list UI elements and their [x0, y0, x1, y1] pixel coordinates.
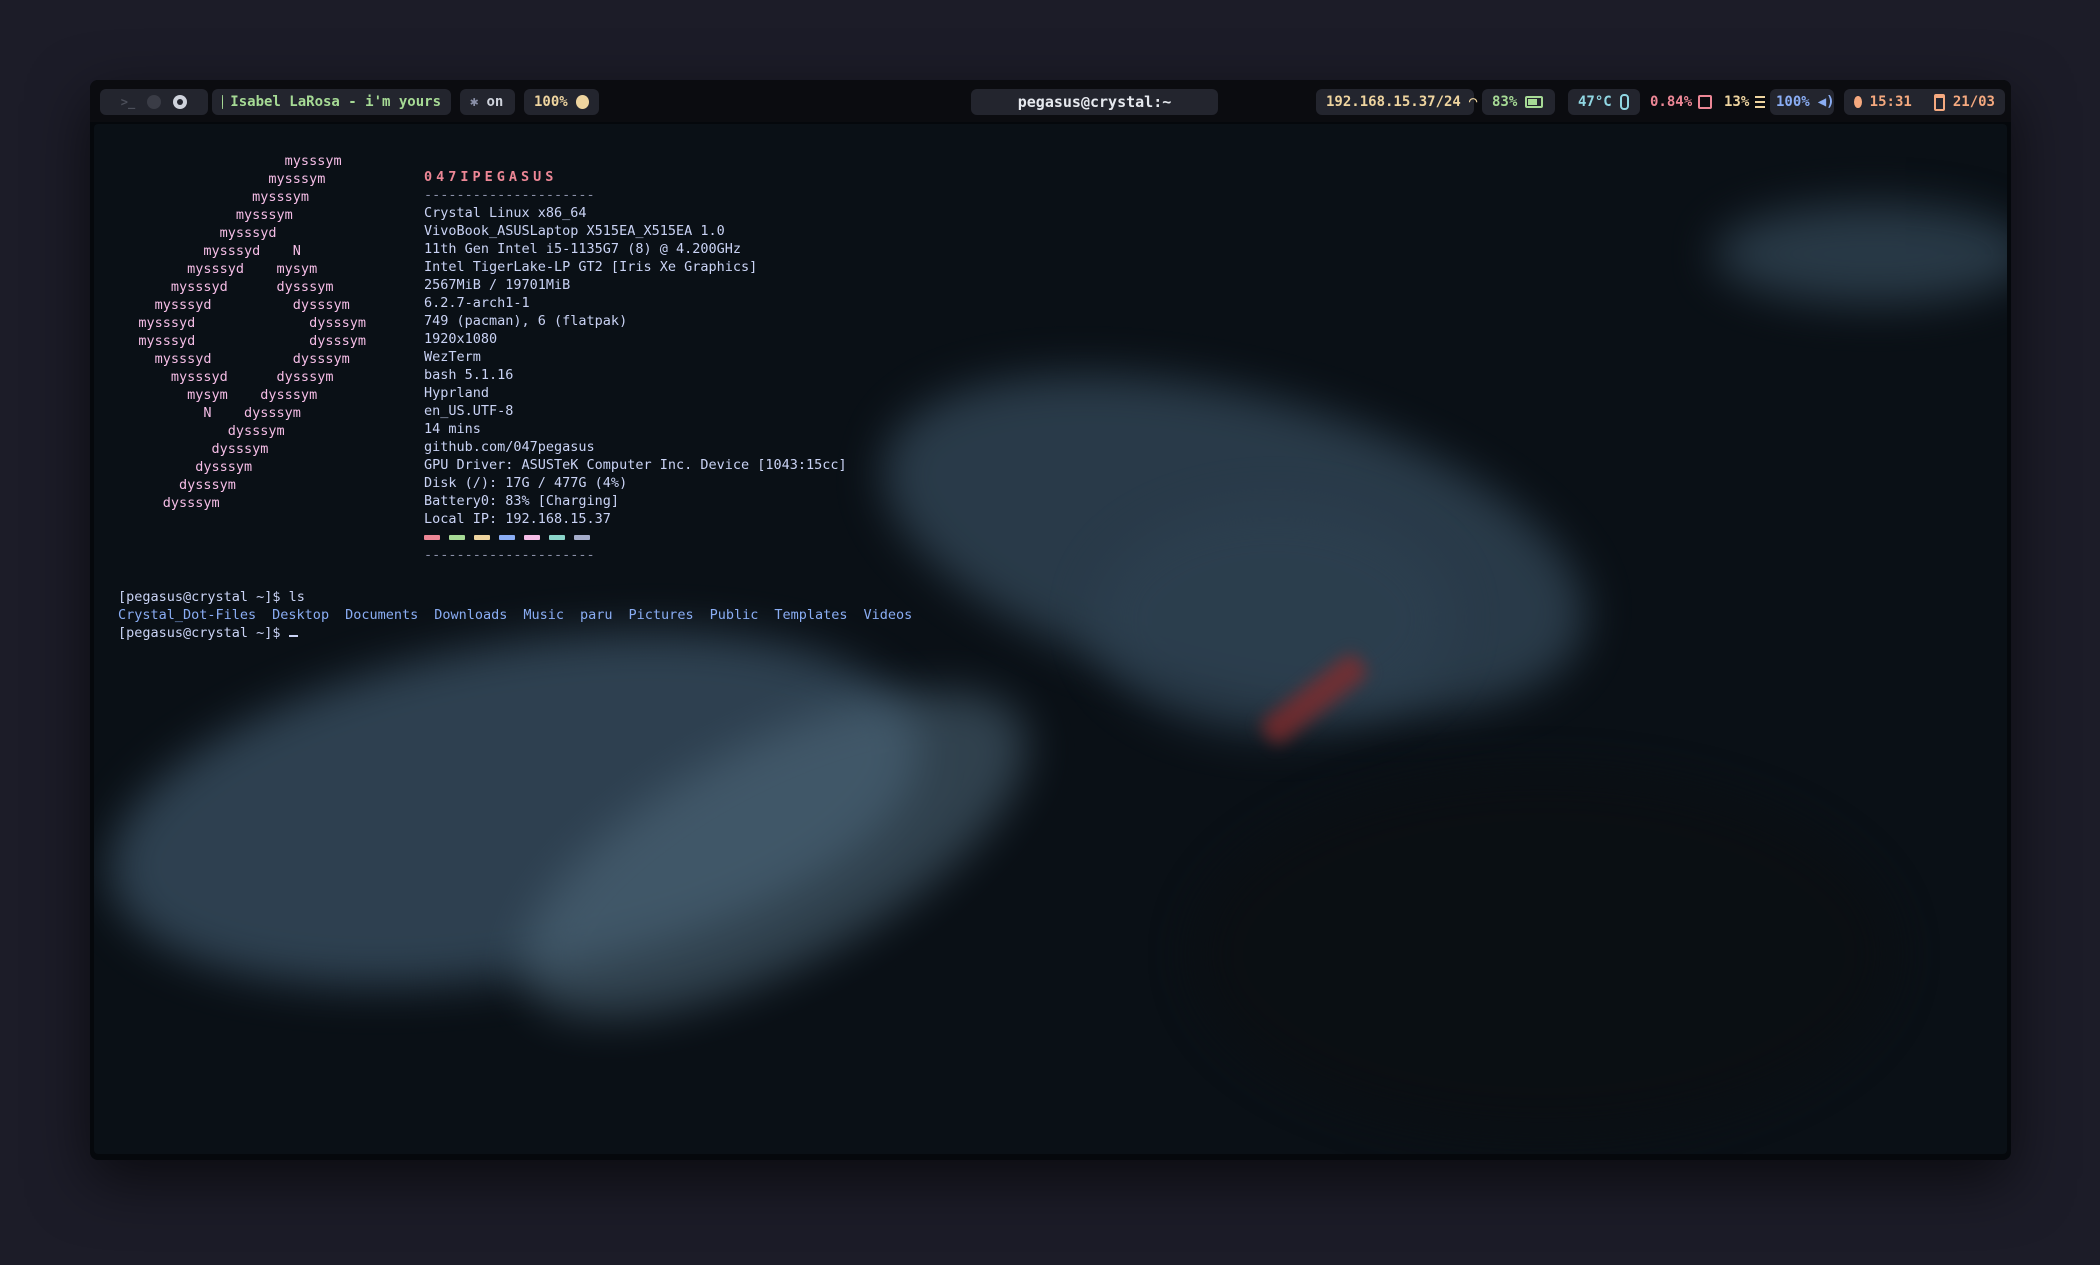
- color-swatch: [524, 534, 540, 540]
- info-uptime: 14 mins: [424, 421, 481, 437]
- info-memory: 2567MiB / 19701MiB: [424, 277, 571, 293]
- info-cpu: 11th Gen Intel i5-1135G7 (8) @ 4.200GHz: [424, 241, 741, 257]
- directory-entry: Pictures: [628, 607, 694, 623]
- color-swatch: [574, 534, 590, 540]
- battery-value: 83%: [1492, 94, 1518, 110]
- clock-widget[interactable]: 15:31 21/03: [1844, 89, 2005, 115]
- directory-entry: paru: [580, 607, 613, 623]
- sun-icon: [575, 95, 589, 109]
- network-widget[interactable]: 192.168.15.37/24 ◠: [1316, 89, 1478, 115]
- color-swatch: [449, 534, 465, 540]
- battery-widget[interactable]: 83%: [1482, 89, 1555, 115]
- thermometer-icon: [1619, 94, 1629, 110]
- color-swatch: [549, 534, 565, 540]
- directory-entry: Desktop: [272, 607, 330, 623]
- text-cursor: [288, 635, 298, 637]
- window-title-text: pegasus@crystal:~: [1017, 93, 1172, 111]
- ls-output: Crystal_Dot-Files Desktop Documents Down…: [118, 606, 912, 624]
- directory-entry: Videos: [863, 607, 913, 623]
- memory-value: 13%: [1724, 94, 1750, 110]
- media-player[interactable]: Isabel LaRosa - i'm yours: [212, 89, 451, 115]
- volume-widget[interactable]: 100% ◀): [1770, 89, 1835, 115]
- bluetooth-status: on: [486, 94, 504, 110]
- info-os: Crystal Linux x86_64: [424, 205, 587, 221]
- workspace-icon[interactable]: [147, 95, 162, 109]
- desktop-screen: >_ Isabel LaRosa - i'm yours ✱ on 100% p…: [90, 80, 2011, 1160]
- memory-icon: [1755, 96, 1766, 108]
- color-swatch: [424, 534, 440, 540]
- network-icon: ◠: [1468, 94, 1478, 110]
- top-bar: >_ Isabel LaRosa - i'm yours ✱ on 100% p…: [90, 80, 2011, 122]
- network-address: 192.168.15.37/24: [1326, 94, 1461, 110]
- system-info: 047IPEGASUS --------------------- Crysta…: [424, 168, 847, 564]
- fetch-separator: ---------------------: [424, 547, 595, 563]
- directory-entry: Music: [523, 607, 565, 623]
- memory-widget[interactable]: 13%: [1724, 89, 1766, 115]
- fetch-separator: ---------------------: [424, 187, 595, 203]
- shell-prompt: [pegasus@crystal ~]$ ls: [118, 589, 305, 605]
- directory-entry: Crystal_Dot-Files: [118, 607, 257, 623]
- temperature-widget[interactable]: 47°C: [1568, 89, 1640, 115]
- volume-value: 100%: [1776, 94, 1810, 110]
- cpu-icon: [1698, 95, 1713, 109]
- clock-time: 15:31: [1869, 94, 1912, 110]
- distro-logo: mysssym mysssym mysssym mysssym mysssyd …: [138, 153, 366, 511]
- info-locale: en_US.UTF-8: [424, 403, 514, 419]
- bluetooth-icon: ✱: [470, 94, 479, 110]
- temperature-value: 47°C: [1578, 94, 1612, 110]
- info-terminal: WezTerm: [424, 349, 481, 365]
- directory-entry: Documents: [345, 607, 419, 623]
- brightness-widget[interactable]: 100%: [524, 89, 599, 115]
- active-workspace-icon[interactable]: [173, 95, 188, 109]
- directory-entry: Templates: [774, 607, 848, 623]
- shell-prompt: [pegasus@crystal ~]$: [118, 625, 289, 641]
- terminal-content: mysssym mysssym mysssym mysssym mysssyd …: [94, 124, 2007, 1154]
- clock-icon: [1854, 96, 1862, 108]
- info-packages: 749 (pacman), 6 (flatpak): [424, 313, 628, 329]
- info-local-ip: Local IP: 192.168.15.37: [424, 511, 611, 527]
- media-title: Isabel LaRosa - i'm yours: [230, 94, 441, 110]
- brightness-value: 100%: [534, 94, 568, 110]
- cpu-widget[interactable]: 0.84%: [1650, 89, 1713, 115]
- shell-input-line[interactable]: [pegasus@crystal ~]$: [118, 624, 298, 642]
- window-title: pegasus@crystal:~: [971, 89, 1218, 115]
- color-palette: [424, 528, 847, 546]
- battery-icon: [1525, 96, 1544, 108]
- terminal-window[interactable]: mysssym mysssym mysssym mysssym mysssyd …: [94, 124, 2007, 1154]
- calendar-icon: [1933, 93, 1945, 111]
- info-github: github.com/047pegasus: [424, 439, 595, 455]
- bluetooth-widget[interactable]: ✱ on: [460, 89, 515, 115]
- color-swatch: [474, 534, 490, 540]
- info-wm: Hyprland: [424, 385, 490, 401]
- info-host: VivoBook_ASUSLaptop X515EA_X515EA 1.0: [424, 223, 725, 239]
- info-gpu-driver: GPU Driver: ASUSTeK Computer Inc. Device…: [424, 457, 847, 473]
- info-kernel: 6.2.7-arch1-1: [424, 295, 530, 311]
- info-battery: Battery0: 83% [Charging]: [424, 493, 620, 509]
- color-swatch: [499, 534, 515, 540]
- directory-entry: Downloads: [434, 607, 508, 623]
- volume-icon: ◀): [1817, 94, 1835, 110]
- cpu-value: 0.84%: [1650, 94, 1693, 110]
- clock-date: 21/03: [1952, 94, 1995, 110]
- directory-entry: Public: [709, 607, 759, 623]
- fetch-header: 047IPEGASUS: [424, 169, 558, 185]
- workspace-switcher: >_: [100, 89, 208, 115]
- terminal-icon[interactable]: >_: [121, 95, 135, 109]
- info-gpu: Intel TigerLake-LP GT2 [Iris Xe Graphics…: [424, 259, 758, 275]
- info-shell: bash 5.1.16: [424, 367, 514, 383]
- info-resolution: 1920x1080: [424, 331, 498, 347]
- info-disk: Disk (/): 17G / 477G (4%): [424, 475, 628, 491]
